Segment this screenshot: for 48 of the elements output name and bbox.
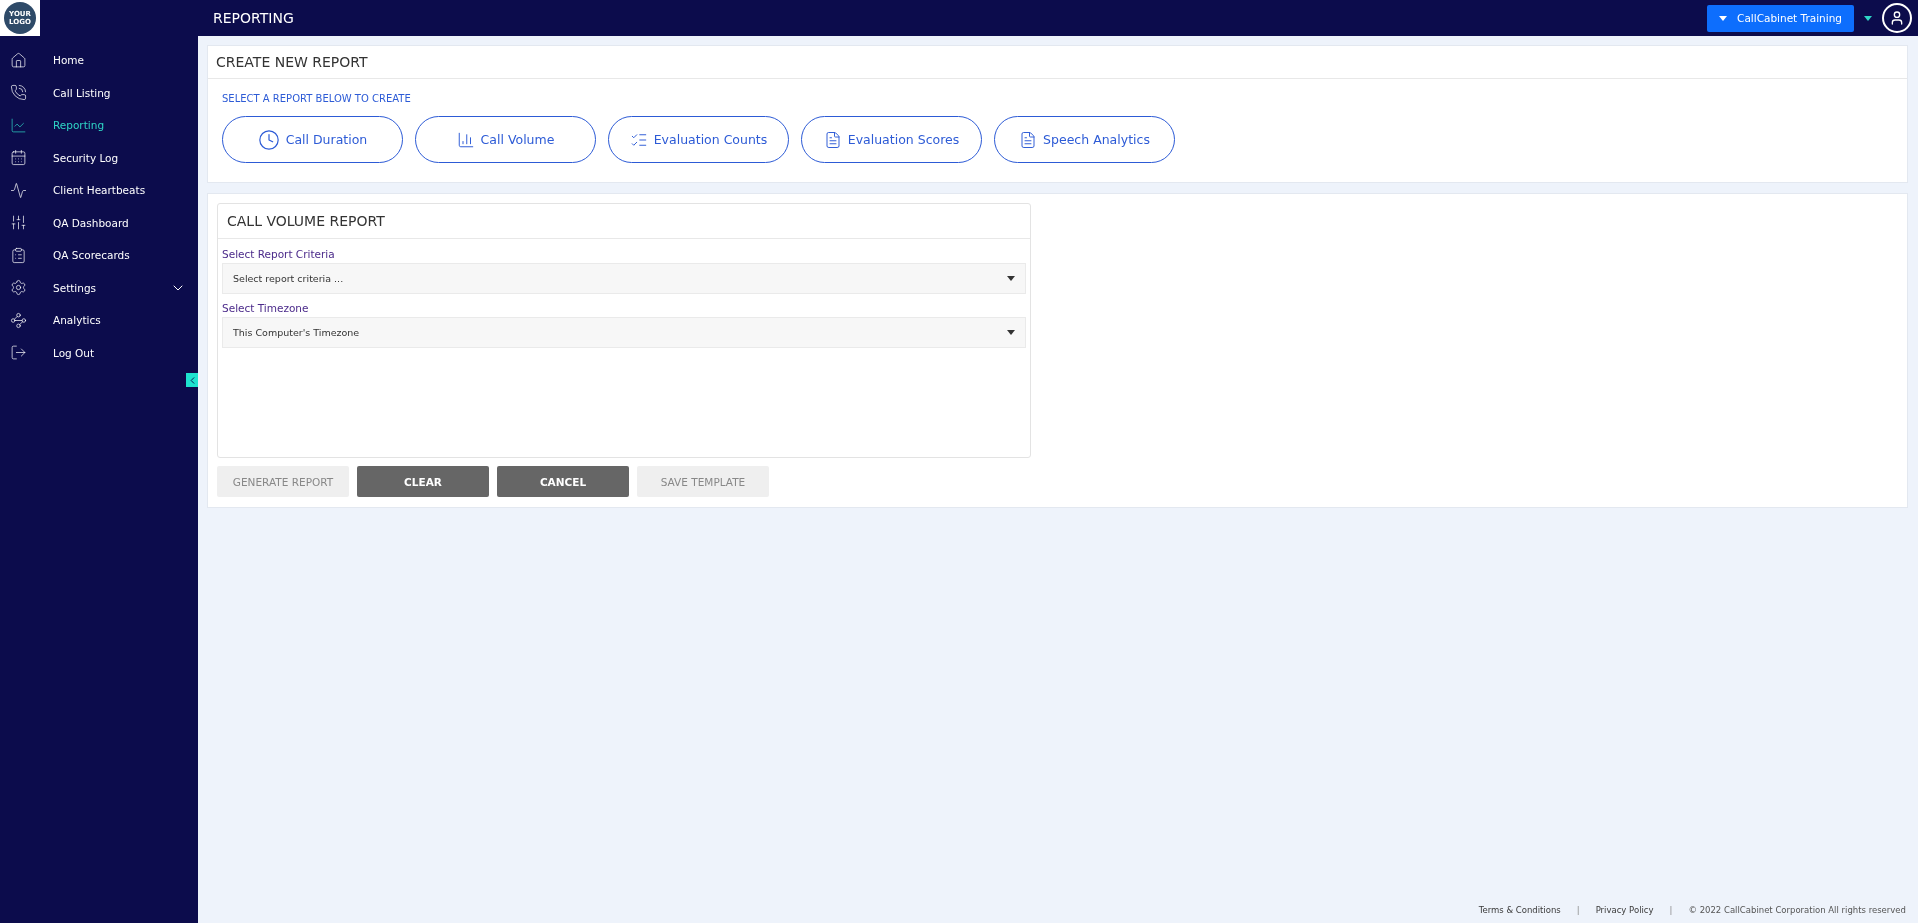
report-type-button[interactable]: Evaluation Counts [608,116,789,163]
report-type-button[interactable]: Call Volume [415,116,596,163]
sliders-icon [10,214,27,232]
logout-icon [10,344,27,362]
sidebar-item[interactable]: Client Heartbeats [0,174,198,207]
select-field[interactable]: This Computer's Timezone [222,317,1026,348]
bar-chart-icon [456,130,475,149]
avatar-icon[interactable] [1882,3,1912,33]
action-button[interactable]: CANCEL [497,466,629,497]
sidebar-item[interactable]: Reporting [0,109,198,142]
footer-link[interactable]: Privacy Policy [1595,905,1654,915]
collapse-button[interactable] [186,373,198,387]
panel-title: CALL VOLUME REPORT [218,204,1030,239]
field-label: Select Report Criteria [222,247,336,262]
sidebar-item[interactable]: Analytics [0,304,198,337]
report-type-button[interactable]: Call Duration [222,116,403,163]
account-button[interactable]: CallCabinet Training [1707,4,1854,32]
sidebar-item[interactable]: Home [0,44,198,77]
caret-icon[interactable] [1864,15,1872,21]
calendar-icon [10,149,27,167]
select-field[interactable]: Select report criteria ... [222,263,1026,294]
phone-icon [10,84,27,102]
card-title: CREATE NEW REPORT [208,46,1907,79]
document-icon [823,130,842,149]
line-chart-icon [10,116,27,134]
page-title: REPORTING [213,10,295,26]
clock-icon [257,128,280,151]
sidebar-item[interactable]: Call Listing [0,76,198,109]
settings-icon [10,279,27,297]
section-subtitle: SELECT A REPORT BELOW TO CREATE [221,92,412,106]
copyright-text: © 2022 CallCabinet Corporation All rights reserved [1688,905,1906,915]
action-button[interactable]: CLEAR [357,466,489,497]
separator: | [1668,905,1674,915]
sidebar-item[interactable]: QA Scorecards [0,239,198,272]
pulse-icon [10,181,27,199]
report-type-button[interactable]: Evaluation Scores [801,116,982,163]
sidebar-item[interactable]: Security Log [0,141,198,174]
report-type-button[interactable]: Speech Analytics [994,116,1175,163]
document-icon [1019,130,1038,149]
sidebar-item[interactable]: Settings [0,271,198,304]
house-icon [10,51,27,69]
footer-link[interactable]: Terms & Conditions [1478,905,1561,915]
sidebar-item[interactable]: QA Dashboard [0,206,198,239]
clipboard-icon [10,246,27,264]
sidebar-item[interactable]: Log Out [0,336,198,369]
separator: | [1575,905,1581,915]
nodes-icon [10,311,27,329]
field-label: Select Timezone [222,301,310,316]
